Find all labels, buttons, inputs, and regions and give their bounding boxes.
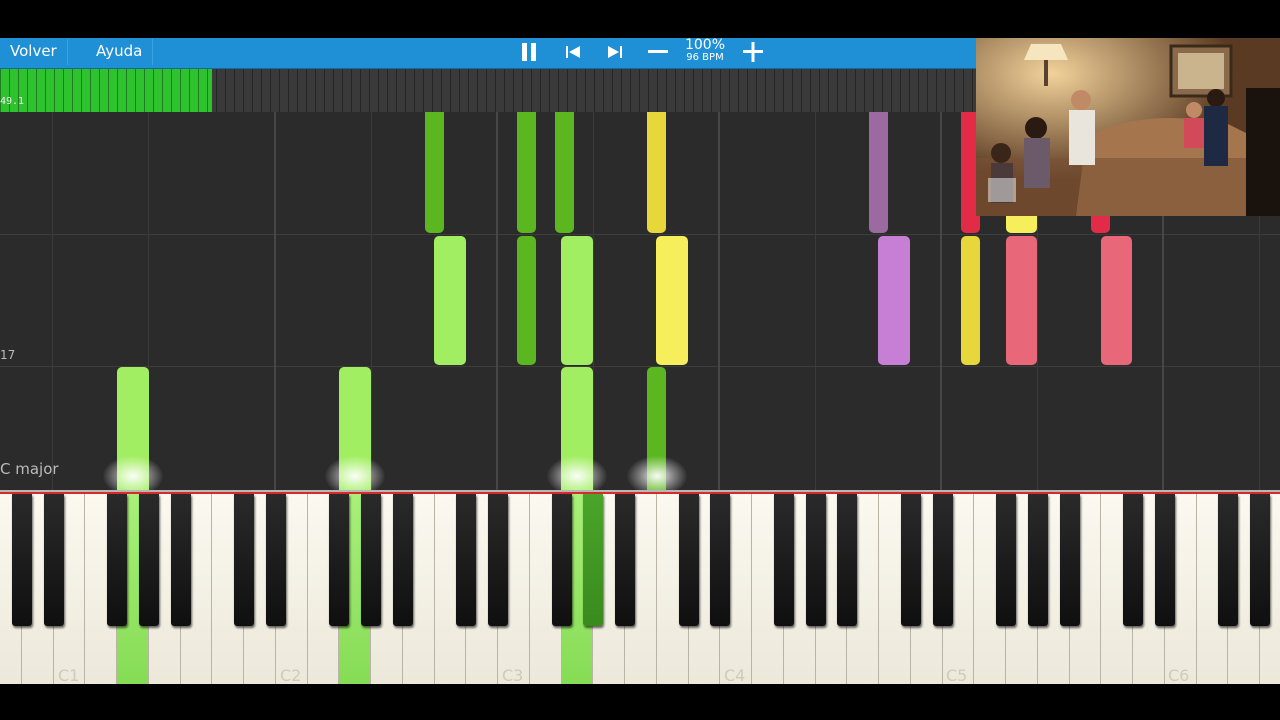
roll-grid-line — [0, 234, 1280, 235]
black-key[interactable] — [805, 494, 826, 626]
black-key[interactable] — [583, 494, 604, 626]
roll-grid-line — [274, 112, 276, 490]
black-key[interactable] — [551, 494, 572, 626]
black-key[interactable] — [11, 494, 32, 626]
song-progress-bar[interactable] — [0, 69, 976, 112]
video-frame-image — [976, 38, 1280, 216]
black-key[interactable] — [1059, 494, 1080, 626]
note-hit-glow — [627, 456, 687, 490]
letterbox-top — [0, 0, 1280, 38]
tempo-bpm: 96 BPM — [686, 52, 724, 63]
roll-grid-line — [496, 112, 498, 490]
octave-label-c3: C3 — [502, 666, 524, 684]
black-key[interactable] — [932, 494, 953, 626]
help-button[interactable]: Ayuda — [86, 39, 154, 65]
roll-grid-line — [940, 112, 942, 490]
black-key[interactable] — [615, 494, 635, 626]
note-hit-glow — [103, 456, 163, 490]
toolbar: Volver Ayuda — [0, 38, 976, 69]
letterbox-bottom — [0, 684, 1280, 720]
black-key[interactable] — [996, 494, 1016, 626]
black-key[interactable] — [710, 494, 731, 626]
tempo-readout: 100% 96 BPM — [680, 38, 730, 64]
black-key[interactable] — [43, 494, 64, 626]
black-key[interactable] — [1123, 494, 1143, 626]
octave-label-c6: C6 — [1168, 666, 1190, 684]
black-key[interactable] — [361, 494, 381, 626]
roll-grid-line — [52, 112, 53, 490]
synthesia-player: Volver Ayuda 100% 96 BPM 49.1 17 C major… — [0, 0, 1280, 720]
minus-icon[interactable] — [645, 40, 671, 64]
black-key[interactable] — [1218, 494, 1239, 626]
note-bar — [517, 236, 536, 365]
black-key[interactable] — [1250, 494, 1270, 626]
piano-keyboard[interactable]: C1 C2 C3 C4 C5 C6 — [0, 494, 1280, 684]
octave-label-c1: C1 — [58, 666, 80, 684]
roll-grid-line — [371, 112, 372, 490]
note-hit-glow — [325, 456, 385, 490]
octave-label-c4: C4 — [724, 666, 746, 684]
note-bar — [961, 236, 980, 365]
note-bar — [656, 236, 688, 365]
measure-number: 17 — [0, 348, 16, 362]
note-bar — [647, 112, 666, 233]
note-bar — [878, 236, 910, 365]
roll-grid-line — [815, 112, 816, 490]
black-key[interactable] — [1027, 494, 1048, 626]
note-bar — [517, 112, 536, 233]
note-hit-glow — [547, 456, 607, 490]
black-key[interactable] — [138, 494, 159, 626]
black-key[interactable] — [456, 494, 477, 626]
black-key[interactable] — [837, 494, 858, 626]
progress-ticks — [0, 69, 976, 112]
note-bar — [555, 112, 574, 233]
black-key[interactable] — [170, 494, 191, 626]
pause-icon[interactable] — [516, 40, 542, 64]
black-key[interactable] — [1154, 494, 1175, 626]
roll-grid-line — [0, 366, 1280, 367]
octave-label-c2: C2 — [280, 666, 302, 684]
note-bar — [869, 112, 888, 233]
black-key[interactable] — [234, 494, 254, 626]
key-signature: C major — [0, 460, 59, 478]
black-key[interactable] — [900, 494, 921, 626]
black-key[interactable] — [107, 494, 127, 626]
black-key[interactable] — [392, 494, 413, 626]
video-overlay — [976, 38, 1280, 216]
roll-grid-line — [718, 112, 720, 490]
octave-label-c5: C5 — [946, 666, 968, 684]
tempo-percent: 100% — [684, 37, 726, 53]
note-bar — [1006, 236, 1037, 365]
plus-icon[interactable] — [740, 40, 766, 64]
black-key[interactable] — [329, 494, 350, 626]
roll-grid-line — [593, 112, 594, 490]
note-bar — [434, 236, 466, 365]
skip-previous-icon[interactable] — [560, 40, 586, 64]
skip-next-icon[interactable] — [602, 40, 628, 64]
back-button[interactable]: Volver — [0, 39, 68, 65]
black-key[interactable] — [773, 494, 794, 626]
black-key[interactable] — [488, 494, 508, 626]
progress-label: 49.1 — [0, 96, 25, 107]
black-key[interactable] — [265, 494, 286, 626]
note-bar — [425, 112, 444, 233]
black-key[interactable] — [678, 494, 699, 626]
note-bar — [561, 236, 593, 365]
note-bar — [1101, 236, 1132, 365]
